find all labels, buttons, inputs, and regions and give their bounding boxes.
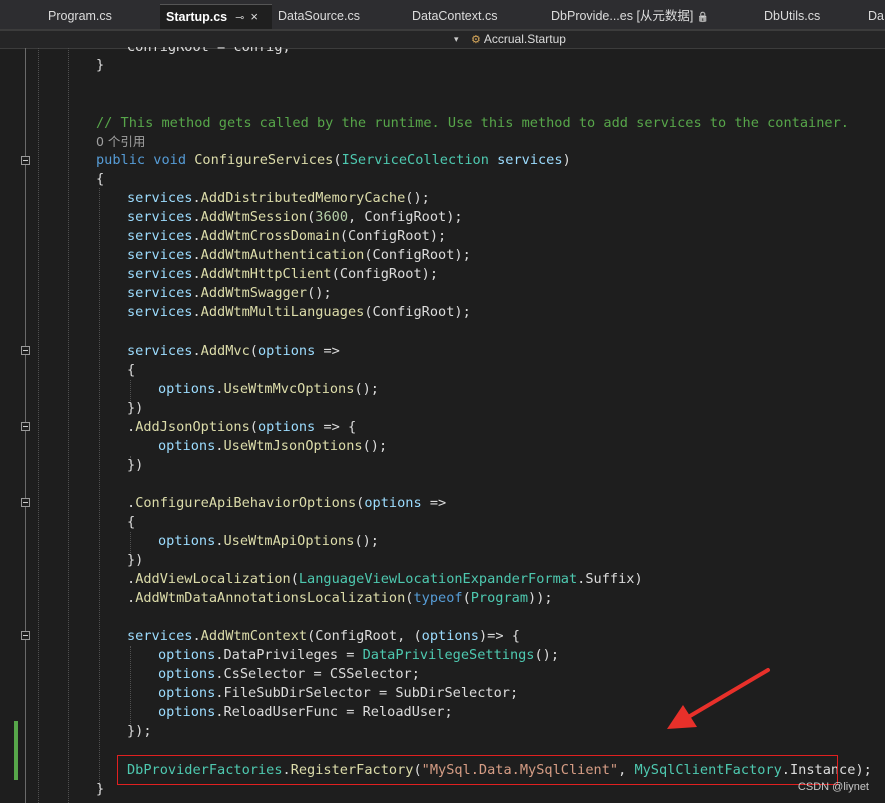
annotation-arrow-icon: [667, 668, 770, 729]
watermark: CSDN @liynet: [797, 781, 869, 793]
